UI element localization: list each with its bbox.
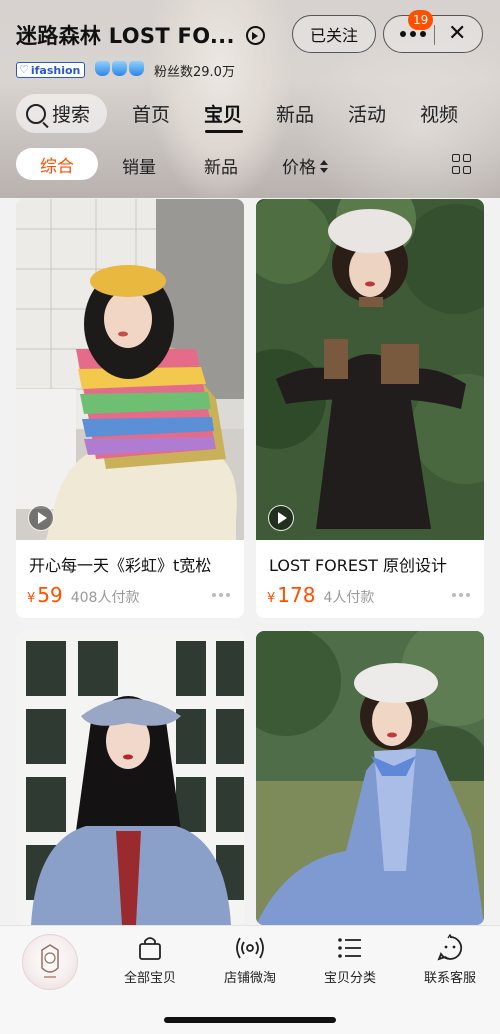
close-icon[interactable]: ✕ <box>448 23 466 45</box>
currency-symbol: ¥ <box>27 591 36 606</box>
all-items-label: 全部宝贝 <box>123 971 176 986</box>
price-row: ¥ 178 4人付款 <box>267 583 374 607</box>
more-icon[interactable] <box>452 593 470 597</box>
sort-tabs: 综合 销量 新品 价格 <box>16 148 486 180</box>
heart-icon: ♡ <box>19 63 29 76</box>
video-play-icon[interactable] <box>268 505 294 531</box>
sort-tab-price-label: 价格 <box>282 158 316 178</box>
list-icon <box>338 938 361 958</box>
home-indicator <box>164 1017 336 1023</box>
tab-video[interactable]: 视频 <box>420 100 492 127</box>
price-row: ¥ 59 408人付款 <box>27 583 139 607</box>
customer-service-label: 联系客服 <box>423 971 476 986</box>
shop-header: 迷路森林 LOST FO... 已关注 ✕ 19 ♡ ifashion 粉丝数2… <box>0 0 500 198</box>
product-info: 开心每一天《彩虹》t宽松 ¥ 59 408人付款 <box>16 540 244 618</box>
shop-logo[interactable] <box>22 934 78 990</box>
shop-bottom-bar: 全部宝贝 店铺微淘 宝贝分类 联系客服 <box>0 925 500 1034</box>
crown-icon <box>95 61 110 76</box>
product-card[interactable]: 开心每一天《彩虹》t宽松 ¥ 59 408人付款 <box>16 199 244 618</box>
fans-count: 粉丝数29.0万 <box>154 65 235 80</box>
product-card[interactable]: LOST FOREST 原创设计 ¥ 178 4人付款 <box>256 199 484 618</box>
product-price: 59 <box>37 583 63 607</box>
notification-badge: 19 <box>408 10 434 30</box>
sort-tab-sales[interactable]: 销量 <box>122 153 156 178</box>
customer-service-button[interactable]: 联系客服 <box>405 934 495 986</box>
item-categories-button[interactable]: 宝贝分类 <box>305 934 395 986</box>
seller-level-crowns <box>95 61 144 76</box>
sold-count: 4人付款 <box>323 590 375 606</box>
ifashion-label: ifashion <box>30 63 81 77</box>
capsule-menu: ✕ <box>383 15 483 53</box>
sort-tab-price[interactable]: 价格 <box>282 153 329 178</box>
currency-symbol: ¥ <box>267 591 276 606</box>
product-image <box>256 199 484 540</box>
search-label: 搜索 <box>52 104 91 126</box>
shop-search-button[interactable]: 搜索 <box>16 94 107 133</box>
product-price: 178 <box>277 583 316 607</box>
broadcast-icon <box>236 937 264 959</box>
sort-tab-overall[interactable]: 综合 <box>16 148 98 180</box>
product-card[interactable] <box>16 631 244 925</box>
shop-nav-tabs: 首页 宝贝 新品 活动 视频 <box>132 100 492 133</box>
follow-button[interactable]: 已关注 <box>292 15 376 53</box>
shop-weitao-label: 店铺微淘 <box>223 971 276 986</box>
crown-icon <box>112 61 127 76</box>
product-title: 开心每一天《彩虹》t宽松 <box>29 556 212 575</box>
item-categories-label: 宝贝分类 <box>323 971 376 986</box>
product-info: LOST FOREST 原创设计 ¥ 178 4人付款 <box>256 540 484 618</box>
more-options-icon[interactable] <box>400 31 426 37</box>
tab-activity[interactable]: 活动 <box>348 100 420 127</box>
shop-logo-emblem-icon <box>41 944 59 978</box>
shopping-bag-icon <box>139 937 161 960</box>
tab-items[interactable]: 宝贝 <box>204 100 276 133</box>
more-icon[interactable] <box>212 593 230 597</box>
ifashion-badge: ♡ ifashion <box>16 62 86 78</box>
crown-icon <box>129 61 144 76</box>
shop-info-arrow-icon[interactable] <box>246 26 265 45</box>
grid-view-icon[interactable] <box>452 154 472 174</box>
shop-name[interactable]: 迷路森林 LOST FO... <box>16 20 235 50</box>
customer-service-icon <box>437 934 463 961</box>
sort-tab-new[interactable]: 新品 <box>204 153 238 178</box>
product-title: LOST FOREST 原创设计 <box>269 556 447 575</box>
shop-weitao-button[interactable]: 店铺微淘 <box>205 934 295 986</box>
capsule-divider <box>434 25 435 45</box>
all-items-button[interactable]: 全部宝贝 <box>105 934 195 986</box>
product-image <box>16 199 244 540</box>
product-image <box>16 631 244 925</box>
sold-count: 408人付款 <box>70 590 140 606</box>
tab-home[interactable]: 首页 <box>132 100 204 127</box>
sort-arrows-icon <box>319 160 329 174</box>
tab-new[interactable]: 新品 <box>276 100 348 127</box>
search-icon <box>26 103 46 124</box>
product-image <box>256 631 484 925</box>
product-card[interactable] <box>256 631 484 925</box>
video-play-icon[interactable] <box>28 505 54 531</box>
